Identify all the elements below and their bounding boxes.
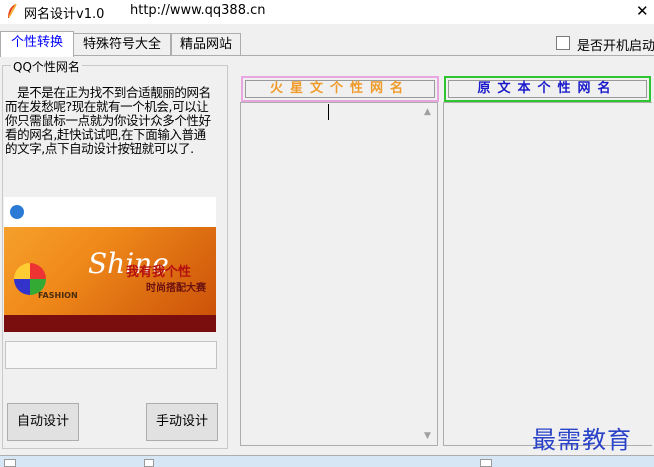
martian-header: 火星文个性网名 (241, 76, 439, 102)
intro-text: 是不是在正为找不到合适靓丽的网名而在发愁呢?现在就有一个机会,可以让你只需鼠标一… (5, 85, 211, 156)
window-url: http://www.qq388.cn (130, 3, 266, 18)
banner-slogan: 我有我个性 (126, 265, 192, 280)
text-caret (328, 104, 329, 120)
original-result-textarea[interactable] (443, 102, 652, 446)
manual-design-button[interactable]: 手动设计 (146, 403, 218, 441)
bottom-scrollbar[interactable] (0, 455, 654, 467)
tab-special-symbols[interactable]: 特殊符号大全 (73, 33, 171, 56)
nickname-input[interactable] (5, 341, 217, 369)
original-header-label: 原文本个性网名 (448, 80, 647, 98)
chevron-down-icon[interactable]: ▼ (424, 431, 431, 441)
chevron-up-icon[interactable]: ▲ (424, 107, 431, 117)
martian-result-textarea[interactable]: ▲ ▼ (240, 102, 438, 446)
tab-featured-sites[interactable]: 精品网站 (171, 33, 241, 56)
banner-subtitle: 时尚搭配大赛 (146, 283, 206, 294)
autostart-label: 是否开机启动 (577, 39, 654, 54)
ad-banner-image: Shine 我有我个性 时尚搭配大赛 FASHION (4, 197, 216, 332)
group-title: QQ个性网名 (11, 58, 82, 75)
window-title: 网名设计v1.0 (24, 7, 105, 22)
banner-fashion: FASHION (38, 291, 78, 300)
autostart-checkbox[interactable] (556, 36, 570, 50)
martian-scrollbar[interactable]: ▲ ▼ (420, 103, 437, 445)
martian-header-label: 火星文个性网名 (245, 80, 435, 98)
banner-strip (4, 315, 216, 332)
close-icon[interactable]: ✕ (636, 2, 649, 20)
feather-icon (8, 3, 17, 18)
original-header: 原文本个性网名 (444, 76, 651, 102)
banner-header (4, 197, 216, 227)
tab-personality-convert[interactable]: 个性转换 (0, 31, 74, 57)
auto-design-button[interactable]: 自动设计 (7, 403, 79, 441)
watermark-text: 最需教育 (532, 426, 632, 454)
title-bar: 网名设计v1.0 http://www.qq388.cn ✕ (0, 0, 654, 24)
logo-icon (10, 205, 24, 219)
